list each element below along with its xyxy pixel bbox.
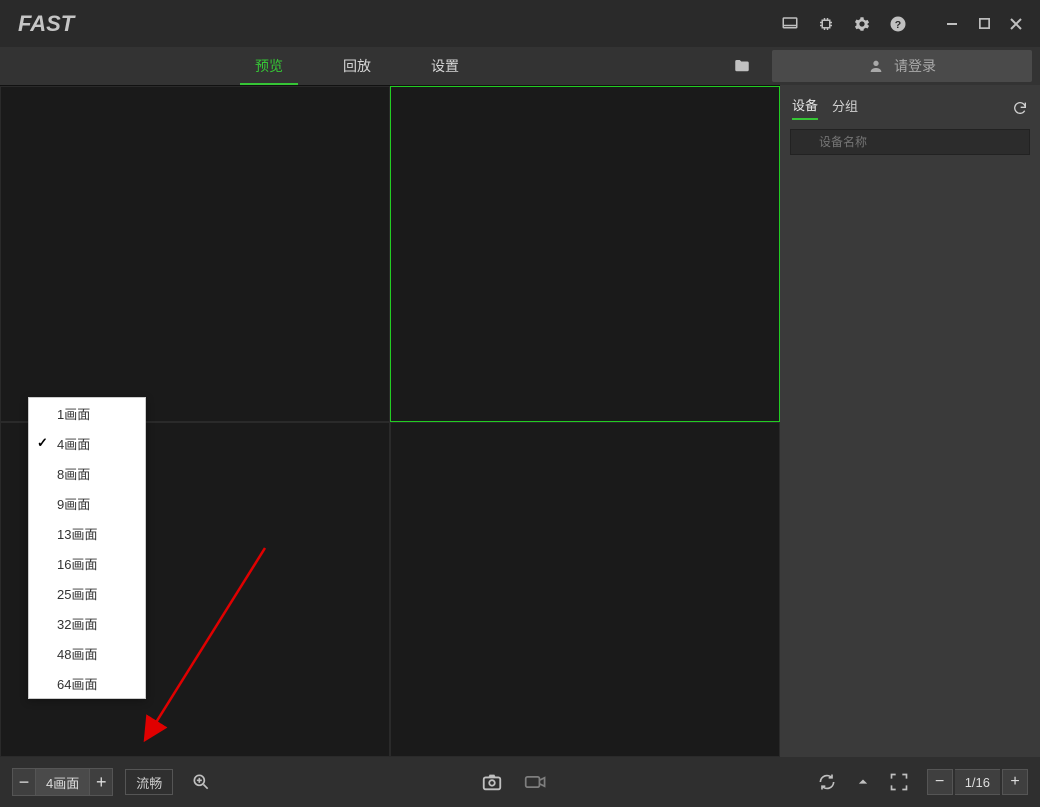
gear-icon[interactable]	[852, 14, 872, 34]
refresh-icon[interactable]	[1012, 100, 1028, 116]
video-cell-2[interactable]	[390, 86, 780, 422]
layout-decrease-button[interactable]: −	[12, 768, 36, 796]
bottom-toolbar: − 4画面 + 流畅 − 1/16 +	[0, 757, 1040, 807]
tab-settings[interactable]: 设置	[401, 47, 489, 85]
svg-text:?: ?	[895, 18, 901, 30]
screen-lock-icon[interactable]	[780, 14, 800, 34]
login-button[interactable]: 请登录	[772, 50, 1032, 82]
side-panel: 设备 分组	[780, 85, 1040, 757]
close-button[interactable]	[1000, 9, 1032, 39]
cycle-icon[interactable]	[811, 766, 843, 798]
check-icon: ✓	[37, 435, 48, 451]
layout-option-48[interactable]: 48画面	[29, 638, 145, 668]
folder-icon[interactable]	[722, 47, 762, 85]
chevron-up-icon[interactable]	[855, 766, 871, 798]
layout-option-4[interactable]: ✓4画面	[29, 428, 145, 458]
snapshot-icon[interactable]	[476, 766, 508, 798]
side-tab-groups[interactable]: 分组	[832, 96, 858, 119]
video-cell-4[interactable]	[390, 422, 780, 758]
cpu-icon[interactable]	[816, 14, 836, 34]
minimize-button[interactable]	[936, 9, 968, 39]
fullscreen-icon[interactable]	[883, 766, 915, 798]
stream-quality-button[interactable]: 流畅	[125, 769, 173, 795]
zoom-in-icon[interactable]	[185, 766, 217, 798]
record-icon[interactable]	[520, 766, 552, 798]
help-icon[interactable]: ?	[888, 14, 908, 34]
app-logo: FAST	[18, 11, 74, 37]
tab-playback[interactable]: 回放	[313, 47, 401, 85]
layout-option-9[interactable]: 9画面	[29, 488, 145, 518]
user-icon	[868, 58, 884, 74]
layout-option-25[interactable]: 25画面	[29, 578, 145, 608]
layout-option-8[interactable]: 8画面	[29, 458, 145, 488]
video-grid: 1画面 ✓4画面 8画面 9画面 13画面 16画面 25画面 32画面 48画…	[0, 85, 780, 757]
layout-option-13[interactable]: 13画面	[29, 518, 145, 548]
layout-option-32[interactable]: 32画面	[29, 608, 145, 638]
layout-option-64[interactable]: 64画面	[29, 668, 145, 698]
layout-option-16[interactable]: 16画面	[29, 548, 145, 578]
layout-popup: 1画面 ✓4画面 8画面 9画面 13画面 16画面 25画面 32画面 48画…	[28, 397, 146, 699]
layout-stepper: − 4画面 +	[12, 768, 113, 796]
page-next-button[interactable]: +	[1002, 769, 1028, 795]
page-stepper: − 1/16 +	[927, 769, 1028, 795]
login-label: 请登录	[894, 56, 936, 76]
tab-preview[interactable]: 预览	[225, 47, 313, 85]
layout-select-button[interactable]: 4画面	[36, 768, 89, 796]
navbar: 预览 回放 设置 请登录	[0, 47, 1040, 85]
page-indicator: 1/16	[955, 769, 1000, 795]
page-prev-button[interactable]: −	[927, 769, 953, 795]
video-cell-1[interactable]	[0, 86, 390, 422]
layout-option-1[interactable]: 1画面	[29, 398, 145, 428]
titlebar: FAST ?	[0, 0, 1040, 47]
side-tab-devices[interactable]: 设备	[792, 95, 818, 120]
device-search-input[interactable]	[790, 129, 1030, 155]
maximize-button[interactable]	[968, 9, 1000, 39]
layout-increase-button[interactable]: +	[89, 768, 113, 796]
